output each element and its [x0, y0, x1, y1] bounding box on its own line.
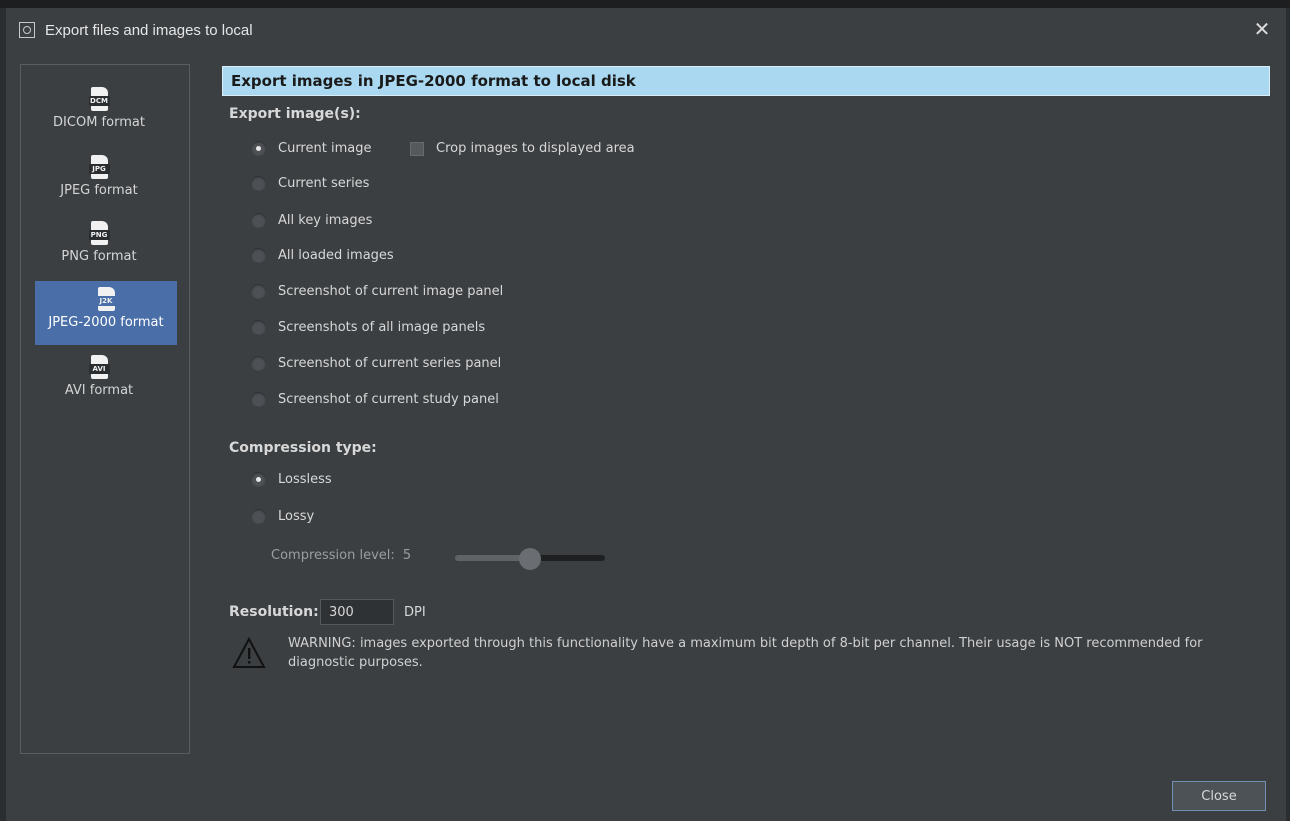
sidebar-item-label: JPEG-2000 format — [48, 315, 164, 330]
checkbox[interactable] — [410, 141, 424, 156]
sidebar-item-png[interactable]: PNG PNG format — [21, 221, 177, 285]
radio-screenshot-current-series-panel[interactable]: Screenshot of current series panel — [251, 356, 501, 371]
avi-file-icon: AVI — [88, 355, 110, 379]
title-bar: Export files and images to local ✕ — [6, 8, 1286, 52]
radio-button[interactable] — [251, 392, 266, 407]
sidebar-item-label: PNG format — [61, 249, 137, 264]
radio-screenshots-all-image-panels[interactable]: Screenshots of all image panels — [251, 320, 485, 335]
app-icon — [19, 22, 35, 38]
close-icon[interactable]: ✕ — [1250, 17, 1274, 41]
format-sidebar: DCM DICOM format JPG JPEG format PNG PNG… — [20, 64, 190, 754]
radio-button[interactable] — [251, 284, 266, 299]
radio-button[interactable] — [251, 472, 266, 487]
compression-level-value: 5 — [402, 548, 412, 563]
radio-screenshot-current-image-panel[interactable]: Screenshot of current image panel — [251, 284, 503, 299]
sidebar-item-jpeg[interactable]: JPG JPEG format — [21, 155, 177, 219]
compression-level-label: Compression level: 5 — [271, 548, 412, 563]
sidebar-item-avi[interactable]: AVI AVI format — [21, 355, 177, 419]
export-images-label: Export image(s): — [229, 106, 361, 122]
radio-current-series[interactable]: Current series — [251, 176, 369, 191]
slider-handle[interactable] — [519, 548, 541, 570]
sidebar-item-label: AVI format — [64, 383, 134, 398]
radio-lossless[interactable]: Lossless — [251, 472, 332, 487]
sidebar-item-jpeg-2000[interactable]: J2K JPEG-2000 format — [35, 281, 177, 345]
resolution-label: Resolution: — [229, 604, 319, 620]
sidebar-item-dicom[interactable]: DCM DICOM format — [21, 87, 177, 151]
close-button[interactable]: Close — [1172, 781, 1266, 811]
radio-button[interactable] — [251, 141, 266, 156]
compression-type-label: Compression type: — [229, 440, 377, 456]
crop-images-checkbox[interactable]: Crop images to displayed area — [410, 141, 635, 156]
warning-message: WARNING: images exported through this fu… — [288, 636, 1203, 670]
jpg-file-icon: JPG — [88, 155, 110, 179]
j2k-file-icon: J2K — [95, 287, 117, 311]
radio-all-loaded-images[interactable]: All loaded images — [251, 248, 394, 263]
warning-icon — [232, 636, 266, 668]
radio-current-image[interactable]: Current image — [251, 141, 371, 156]
sidebar-item-label: DICOM format — [53, 115, 145, 130]
radio-button[interactable] — [251, 213, 266, 228]
radio-screenshot-current-study-panel[interactable]: Screenshot of current study panel — [251, 392, 499, 407]
radio-button[interactable] — [251, 248, 266, 263]
radio-button[interactable] — [251, 320, 266, 335]
radio-button[interactable] — [251, 509, 266, 524]
radio-button[interactable] — [251, 356, 266, 371]
sidebar-item-label: JPEG format — [60, 183, 138, 198]
radio-lossy[interactable]: Lossy — [251, 509, 314, 524]
radio-button[interactable] — [251, 176, 266, 191]
resolution-input[interactable] — [320, 599, 394, 625]
export-dialog: Export files and images to local ✕ DCM D… — [6, 8, 1286, 821]
background-strip — [0, 0, 1290, 8]
png-file-icon: PNG — [88, 221, 110, 245]
panel-header: Export images in JPEG-2000 format to loc… — [222, 66, 1270, 96]
compression-level-slider[interactable] — [455, 548, 605, 570]
dpi-unit-label: DPI — [404, 605, 426, 620]
dialog-title: Export files and images to local — [45, 21, 253, 39]
radio-all-key-images[interactable]: All key images — [251, 213, 372, 228]
dcm-file-icon: DCM — [88, 87, 110, 111]
